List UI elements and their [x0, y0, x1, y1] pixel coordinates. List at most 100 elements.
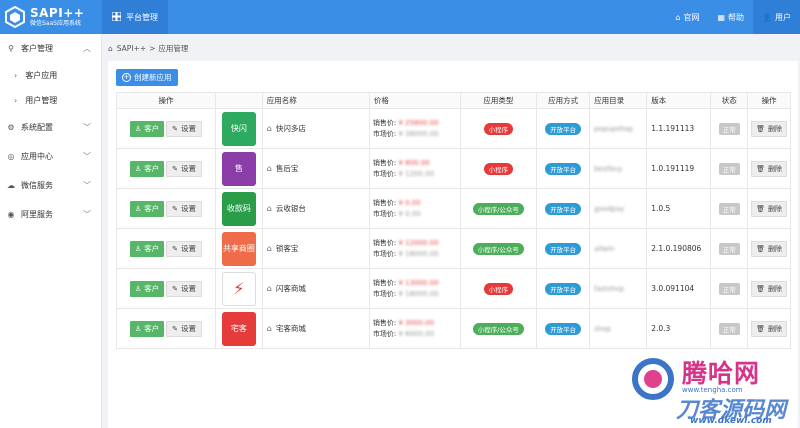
app-icon-text: 收款码 — [226, 204, 251, 213]
app-version: 2.0.3 — [651, 324, 671, 333]
sidebar-subitem-customer-apps[interactable]: › 客户应用 — [0, 63, 101, 88]
market-price: ¥ 18000.00 — [398, 289, 439, 298]
settings-button[interactable]: ✎ 设置 — [166, 320, 203, 337]
row-icon-cell: 售 — [214, 148, 263, 189]
row-version-cell: 3.0.091104 — [646, 268, 712, 309]
user-icon: ♙ — [134, 284, 142, 293]
row-mode-cell: 开放平台 — [536, 148, 591, 189]
app-icon-text: 宅客 — [230, 324, 247, 333]
settings-button[interactable]: ✎ 设置 — [166, 200, 203, 217]
chevron-right-icon: › — [14, 71, 18, 80]
customer-button[interactable]: ♙ 客户 — [129, 320, 165, 337]
customer-button-label: 客户 — [144, 204, 160, 213]
chevron-down-icon: ﹀ — [83, 210, 91, 219]
trash-icon: 🗑 — [756, 204, 765, 213]
row-name-cell: ⌂ 宅客商城 — [261, 308, 370, 349]
person-icon: ⚲ — [8, 44, 14, 53]
customer-button[interactable]: ♙ 客户 — [129, 120, 165, 137]
row-price-cell: 销售价: ¥ 800.00 市场价: ¥ 1200.00 — [368, 148, 461, 189]
delete-button-label: 删除 — [768, 124, 782, 133]
sidebar-item-label: 阿里服务 — [21, 210, 53, 219]
official-site-link[interactable]: ⌂ 官网 — [666, 0, 708, 34]
sidebar-subitem-user-management[interactable]: › 用户管理 — [0, 88, 101, 113]
row-price-cell: 销售价: ¥ 25800.00 市场价: ¥ 38000.00 — [368, 108, 461, 149]
app-directory: allwin — [594, 245, 615, 253]
sidebar-item-customer-management[interactable]: ⚲ 客户管理 ︿ — [0, 34, 101, 63]
sale-price: ¥ 0.00 — [398, 198, 421, 207]
delete-button[interactable]: 🗑 删除 — [751, 200, 787, 217]
create-app-button[interactable]: + 创建新应用 — [116, 69, 178, 86]
sidebar-item-ali-services[interactable]: ◉ 阿里服务 ﹀ — [0, 200, 101, 229]
logo-subtitle: 微信SaaS应用系统 — [30, 20, 81, 27]
app-icon-text: 共享商圈 — [222, 244, 255, 253]
delete-button[interactable]: 🗑 删除 — [751, 120, 787, 137]
settings-button[interactable]: ✎ 设置 — [166, 280, 203, 297]
row-type-cell: 小程序/公众号 — [459, 308, 538, 349]
official-site-label: 官网 — [683, 12, 700, 22]
delete-button[interactable]: 🗑 删除 — [751, 240, 787, 257]
trash-icon: 🗑 — [756, 164, 765, 173]
logo-title: SAPI++ — [30, 6, 85, 20]
row-dir-cell: allwin — [589, 228, 648, 269]
status-badge: 正常 — [718, 322, 740, 335]
delete-button-label: 删除 — [768, 244, 782, 253]
settings-button[interactable]: ✎ 设置 — [166, 160, 203, 177]
sale-price: ¥ 3000.00 — [398, 318, 435, 327]
table-row: ♙ 客户 ✎ 设置 宅客 ⌂ 宅客商城 销售价: ¥ 3000.00 市场价: ¥ 6… — [116, 308, 791, 349]
user-menu[interactable]: 👤 用户 — [753, 0, 800, 34]
settings-button[interactable]: ✎ 设置 — [166, 120, 203, 137]
app-version: 1.0.191119 — [651, 164, 695, 173]
row-status-cell: 正常 — [710, 108, 749, 149]
sale-price: ¥ 12000.00 — [398, 238, 439, 247]
customer-button[interactable]: ♙ 客户 — [129, 240, 165, 257]
sidebar-item-system-config[interactable]: ⚙ 系统配置 ﹀ — [0, 113, 101, 142]
row-status-cell: 正常 — [710, 148, 749, 189]
breadcrumb-root[interactable]: SAPI++ — [117, 44, 146, 53]
shop-icon: ⌂ — [266, 284, 272, 293]
sale-price-label: 销售价: — [372, 158, 397, 167]
delete-button[interactable]: 🗑 删除 — [751, 160, 787, 177]
trash-icon: 🗑 — [756, 324, 765, 333]
sidebar-item-wechat-services[interactable]: ☁ 微信服务 ﹀ — [0, 171, 101, 200]
row-mode-cell: 开放平台 — [536, 188, 591, 229]
table-header-row: 操作 应用名称 价格 应用类型 应用方式 应用目录 版本 状态 操作 — [116, 92, 791, 109]
customer-button-label: 客户 — [144, 324, 160, 333]
user-icon: ♙ — [134, 164, 142, 173]
alipay-icon: ◉ — [7, 210, 15, 219]
row-actions: ♙ 客户 ✎ 设置 — [116, 228, 216, 269]
help-link[interactable]: ▦ 帮助 — [708, 0, 753, 34]
user-icon: ♙ — [134, 244, 142, 253]
tab-platform-management[interactable]: 平台管理 — [102, 0, 168, 34]
app-version: 3.0.091104 — [651, 284, 695, 293]
customer-button[interactable]: ♙ 客户 — [129, 160, 165, 177]
shop-icon: ⌂ — [266, 324, 272, 333]
market-price: ¥ 1200.00 — [398, 169, 435, 178]
sidebar-item-app-center[interactable]: ◎ 应用中心 ﹀ — [0, 142, 101, 171]
logo[interactable]: SAPI++ 微信SaaS应用系统 — [0, 0, 102, 34]
row-mode-cell: 开放平台 — [536, 268, 591, 309]
user-icon: 👤 — [762, 12, 772, 22]
gear-icon: ⚙ — [7, 123, 15, 132]
settings-button[interactable]: ✎ 设置 — [166, 240, 203, 257]
market-price: ¥ 6000.00 — [398, 329, 435, 338]
settings-button-label: 设置 — [181, 244, 197, 253]
app-icon-text: ⚡ — [233, 279, 245, 298]
customer-button-label: 客户 — [144, 124, 160, 133]
delete-button-label: 删除 — [768, 284, 782, 293]
customer-button[interactable]: ♙ 客户 — [129, 280, 165, 297]
app-mode-badge: 开放平台 — [545, 322, 582, 335]
delete-button[interactable]: 🗑 删除 — [751, 280, 787, 297]
row-icon-cell: 收款码 — [214, 188, 263, 229]
row-type-cell: 小程序 — [459, 148, 538, 189]
shop-icon: ⌂ — [266, 164, 272, 173]
row-type-cell: 小程序/公众号 — [459, 228, 538, 269]
customer-button-label: 客户 — [144, 164, 160, 173]
status-badge: 正常 — [718, 242, 740, 255]
app-directory: shop — [594, 325, 611, 333]
row-version-cell: 1.0.191119 — [646, 148, 712, 189]
row-delete-cell: 🗑 删除 — [747, 228, 791, 269]
app-name: 宅客商城 — [275, 324, 306, 333]
table-row: ♙ 客户 ✎ 设置 共享商圈 ⌂ 锁客宝 销售价: ¥ 12000.00 市场价: ¥… — [116, 228, 791, 269]
delete-button[interactable]: 🗑 删除 — [751, 320, 787, 337]
customer-button[interactable]: ♙ 客户 — [129, 200, 165, 217]
